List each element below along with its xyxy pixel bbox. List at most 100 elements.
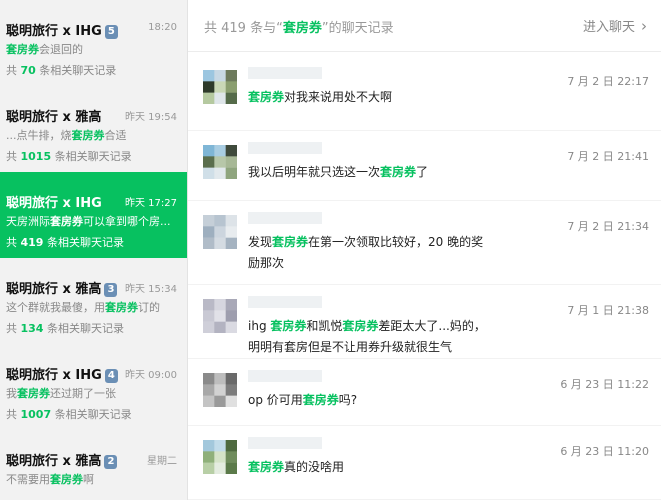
count-number: 134 xyxy=(20,322,44,335)
search-results-panel: 共 419 条与“套房券”的聊天记录 进入聊天 › 7 月 2 日 22:17 套房… xyxy=(188,0,661,500)
count-prefix: 共 xyxy=(6,322,21,335)
count-prefix: 共 xyxy=(6,150,21,163)
count-suffix: 条相关聊天记录 xyxy=(43,236,124,249)
message-item[interactable]: 6 月 23 日 11:22 op 价可用套房券吗? xyxy=(188,359,661,426)
avatar xyxy=(203,373,237,407)
message-time: 7 月 2 日 21:34 xyxy=(567,220,649,233)
message-time: 6 月 23 日 11:22 xyxy=(560,378,649,391)
conversation-item[interactable]: 聪明旅行 x IHG 4 昨天 09:00 我套房券还过期了一张共 1007 条相关聊… xyxy=(0,344,187,430)
conversation-snippet: 我套房券还过期了一张 xyxy=(6,385,178,401)
conversation-name: 聪明旅行 x IHG xyxy=(6,24,102,39)
count-number: 1015 xyxy=(20,150,52,163)
count-suffix: 条相关聊天记录 xyxy=(51,150,132,163)
keyword-highlight: 套房券 xyxy=(248,90,285,104)
message-item[interactable]: 6 月 23 日 11:20 套房券真的没啥用 xyxy=(188,426,661,500)
snippet-suffix: 合适 xyxy=(104,129,127,142)
message-content: 发现套房券在第一次领取比较好，20 晚的奖 励那次 xyxy=(248,232,538,274)
conversation-snippet: 套房券会退回的 xyxy=(6,41,178,57)
sender-name-blurred xyxy=(248,67,322,79)
conversation-title: 聪明旅行 x IHG xyxy=(6,192,102,211)
keyword-highlight: 套房券 xyxy=(380,165,417,179)
conversation-snippet: 这个群就我最傻，用套房券订的 xyxy=(6,299,178,315)
count-prefix: 共 xyxy=(6,236,21,249)
message-item[interactable]: 7 月 2 日 21:41 我以后明年就只选这一次套房券了 xyxy=(188,131,661,201)
count-number: 1007 xyxy=(20,408,52,421)
message-time: 7 月 1 日 21:38 xyxy=(567,304,649,317)
conversation-snippet: 天房洲际套房券可以拿到哪个房... xyxy=(6,213,178,229)
snippet-suffix: 可以拿到哪个房... xyxy=(83,215,171,228)
match-count: 共 70 条相关聊天记录 xyxy=(6,62,116,78)
conversation-item[interactable]: 聪明旅行 x IHG 5 18:20 套房券会退回的共 70 条相关聊天记录 xyxy=(0,0,187,86)
conversation-title: 聪明旅行 x IHG 5 xyxy=(6,20,118,39)
snippet-suffix: 还过期了一张 xyxy=(50,387,116,400)
keyword-highlight: 套房券 xyxy=(342,319,379,333)
message-text: 发现 xyxy=(248,235,273,249)
keyword-highlight: 套房券 xyxy=(248,460,285,474)
conversation-item[interactable]: 聪明旅行 x IHG 昨天 17:27 天房洲际套房券可以拿到哪个房... 共 419… xyxy=(0,172,187,258)
unread-badge: 3 xyxy=(104,283,118,297)
message-text: 对我来说用处不大啊 xyxy=(284,90,393,104)
conversation-item[interactable]: 聪明旅行 x 雅高 2 星期二 不需要用套房券啊 xyxy=(0,430,187,500)
conversation-snippet: 不需要用套房券啊 xyxy=(6,471,178,487)
snippet-keyword: 套房券 xyxy=(105,301,138,314)
snippet-prefix: ...点牛排，烧 xyxy=(6,129,72,142)
sender-name-blurred xyxy=(248,212,322,224)
conversation-name: 聪明旅行 x IHG xyxy=(6,196,102,211)
message-time: 7 月 2 日 22:17 xyxy=(567,75,649,88)
count-number: 70 xyxy=(20,64,36,77)
snippet-suffix: 订的 xyxy=(138,301,160,314)
message-text: op 价可用 xyxy=(248,393,303,407)
unread-badge: 5 xyxy=(104,25,118,39)
snippet-prefix: 天房洲际 xyxy=(6,215,50,228)
conversation-name: 聪明旅行 x IHG xyxy=(6,368,102,383)
conversation-time: 昨天 15:34 xyxy=(125,284,177,295)
conversation-title: 聪明旅行 x 雅高 3 xyxy=(6,278,118,297)
message-content: 套房券真的没啥用 xyxy=(248,457,538,478)
search-query: 套房券 xyxy=(282,21,322,36)
avatar xyxy=(203,440,237,474)
conversation-item[interactable]: 聪明旅行 x 雅高 3 昨天 15:34 这个群就我最傻，用套房券订的共 134 条相… xyxy=(0,258,187,344)
conversation-name: 聪明旅行 x 雅高 xyxy=(6,110,102,125)
title-suffix: ”的聊天记录 xyxy=(321,21,394,36)
conversation-title: 聪明旅行 x 雅高 2 xyxy=(6,450,118,469)
avatar xyxy=(203,70,237,104)
match-count: 共 1007 条相关聊天记录 xyxy=(6,406,132,422)
conversation-title: 聪明旅行 x 雅高 xyxy=(6,106,101,125)
message-text: 真的没啥用 xyxy=(284,460,345,474)
enter-chat-label: 进入聊天 xyxy=(582,20,635,35)
results-count-title: 共 419 条与“套房券”的聊天记录 xyxy=(204,17,394,36)
message-time: 7 月 2 日 21:41 xyxy=(567,150,649,163)
conversation-name: 聪明旅行 x 雅高 xyxy=(6,282,102,297)
enter-chat-button[interactable]: 进入聊天 › xyxy=(583,16,647,35)
count-suffix: 条相关聊天记录 xyxy=(51,408,132,421)
sender-name-blurred xyxy=(248,142,322,154)
sender-name-blurred xyxy=(248,370,322,382)
conversation-time: 18:20 xyxy=(148,22,177,33)
sender-name-blurred xyxy=(248,437,322,449)
message-item[interactable]: 7 月 1 日 21:38 ihg 套房券和凯悦套房券差距太大了...妈的， 明明有… xyxy=(188,285,661,359)
message-text: 在第一次领取比较好，20 晚的奖 xyxy=(308,235,484,249)
message-content: 套房券对我来说用处不大啊 xyxy=(248,87,538,108)
keyword-highlight: 套房券 xyxy=(270,319,307,333)
conversation-snippet: ...点牛排，烧套房券合适 xyxy=(6,127,178,143)
conversation-item[interactable]: 聪明旅行 x 雅高 昨天 19:54 ...点牛排，烧套房券合适共 1015 条相关… xyxy=(0,86,187,172)
conversation-time: 昨天 09:00 xyxy=(125,370,177,381)
count-prefix: 共 xyxy=(6,64,21,77)
match-count: 共 1015 条相关聊天记录 xyxy=(6,148,132,164)
message-text: ihg xyxy=(248,319,271,333)
match-count: 共 419 条相关聊天记录 xyxy=(6,234,124,250)
message-text: 明明有套房但是不让用券升级就很生气 xyxy=(248,340,453,354)
conversation-time: 昨天 17:27 xyxy=(125,198,177,209)
sender-name-blurred xyxy=(248,296,322,308)
message-item[interactable]: 7 月 2 日 22:17 套房券对我来说用处不大啊 xyxy=(188,56,661,131)
title-prefix: 共 419 条与“ xyxy=(204,21,283,36)
message-item[interactable]: 7 月 2 日 21:34 发现套房券在第一次领取比较好，20 晚的奖 励那次 xyxy=(188,201,661,285)
avatar xyxy=(203,299,237,333)
message-text: 了 xyxy=(416,165,429,179)
message-text: 吗? xyxy=(338,393,358,407)
message-content: ihg 套房券和凯悦套房券差距太大了...妈的， 明明有套房但是不让用券升级就很生… xyxy=(248,316,538,358)
avatar xyxy=(203,215,237,249)
conversation-name: 聪明旅行 x 雅高 xyxy=(6,454,102,469)
keyword-highlight: 套房券 xyxy=(302,393,339,407)
chevron-right-icon: › xyxy=(641,17,647,35)
